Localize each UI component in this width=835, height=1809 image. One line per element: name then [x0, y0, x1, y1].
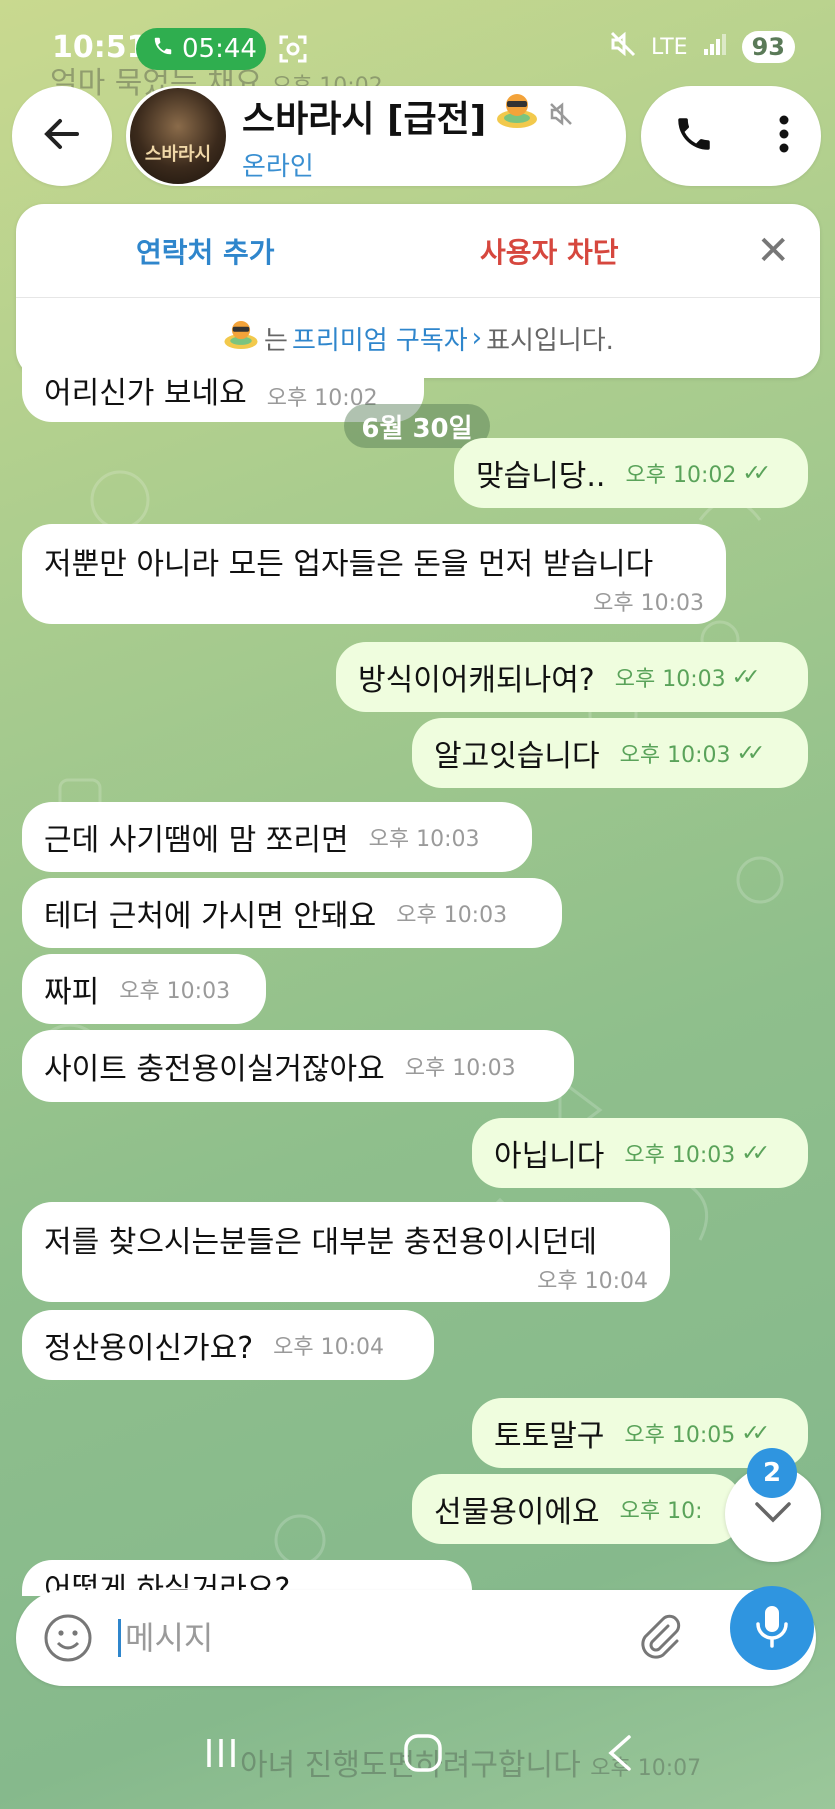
message-time: 오후 10:05: [624, 1423, 736, 1448]
message-time: 오후 10:03: [396, 903, 508, 928]
avatar[interactable]: 스바라시: [130, 88, 226, 184]
message-text: 알고잇습니다: [434, 739, 600, 774]
message-text: 아닙니다: [494, 1139, 605, 1174]
double-check-icon: ✓✓: [741, 1420, 770, 1446]
message-outgoing[interactable]: 아닙니다 오후 10:03 ✓✓: [472, 1118, 808, 1188]
system-navigation-bar: [0, 1706, 835, 1809]
message-text: 어리신가 보네요: [44, 376, 247, 411]
chat-header[interactable]: 스바라시 스바라시 [급전] 온라인: [126, 86, 626, 186]
message-incoming[interactable]: 저를 찾으시는분들은 대부분 충전용이시던데오후 10:04: [22, 1202, 670, 1302]
premium-suffix: 표시입니다.: [486, 325, 614, 356]
phone-icon: [152, 34, 174, 64]
arrow-left-icon: [41, 113, 83, 159]
message-time: 오후 10:03: [593, 591, 704, 616]
call-duration: 05:44: [182, 34, 257, 64]
message-text: 방식이어캐되나여?: [358, 663, 595, 698]
message-time: 오후 10:04: [537, 1269, 648, 1294]
message-time: 오후 10:03: [619, 743, 731, 768]
block-user-button[interactable]: 사용자 차단: [480, 231, 619, 271]
message-incoming[interactable]: 테더 근처에 가시면 안돼요 오후 10:03: [22, 878, 562, 948]
message-incoming[interactable]: 정산용이신가요? 오후 10:04: [22, 1310, 434, 1380]
message-time: 오후 10:04: [273, 1335, 384, 1360]
message-incoming[interactable]: 사이트 충전용이실거잖아요 오후 10:03: [22, 1030, 574, 1102]
recent-apps-icon[interactable]: [201, 1735, 241, 1781]
message-text: 선물용이에요: [434, 1495, 600, 1530]
message-time: 오후 10:03: [119, 979, 231, 1004]
message-text: 토토말구: [494, 1419, 605, 1454]
message-text: 저뿐만 아니라 모든 업자들은 돈을 먼저 받습니다: [44, 547, 654, 582]
message-outgoing[interactable]: 알고잇습니다 오후 10:03 ✓✓: [412, 718, 808, 788]
voice-record-button[interactable]: [730, 1586, 814, 1670]
home-icon[interactable]: [402, 1732, 444, 1784]
close-icon[interactable]: ✕: [756, 228, 790, 274]
message-incoming[interactable]: 짜피 오후 10:03: [22, 954, 266, 1024]
microphone-icon: [755, 1604, 789, 1652]
message-text: 사이트 충전용이실거잖아요: [44, 1052, 385, 1087]
ongoing-call-pill[interactable]: 05:44: [136, 28, 266, 70]
message-time: 오후 10:03: [614, 667, 726, 692]
mute-icon: [609, 30, 637, 64]
message-input[interactable]: [118, 1619, 618, 1657]
message-text: 짜피: [44, 975, 100, 1010]
double-check-icon: ✓✓: [741, 1140, 770, 1166]
message-text: 정산용이신가요?: [44, 1331, 254, 1366]
message-time: 오후 10:03: [404, 1056, 516, 1081]
message-time: 오후 10:03: [624, 1143, 736, 1168]
network-type: LTE: [651, 34, 688, 60]
status-icons: LTE 93: [609, 30, 795, 64]
contact-action-bar: 연락처 추가 사용자 차단 ✕ 는 프리미엄 구독자 › 표시입니다.: [16, 204, 820, 378]
call-button[interactable]: [673, 113, 715, 159]
header-actions: [641, 86, 821, 186]
message-outgoing[interactable]: 맞습니당.. 오후 10:02 ✓✓: [454, 438, 808, 508]
double-check-icon: ✓✓: [731, 664, 761, 690]
attach-button[interactable]: [634, 1612, 686, 1664]
premium-emoji-icon: [222, 318, 260, 359]
back-button[interactable]: [12, 86, 112, 186]
premium-emoji-status-icon: [494, 91, 540, 140]
back-nav-icon[interactable]: [605, 1733, 635, 1783]
signal-icon: [702, 31, 728, 63]
more-options-button[interactable]: [778, 113, 790, 159]
message-time: 오후 10:03: [368, 827, 480, 852]
premium-subscriber-link[interactable]: 프리미엄 구독자: [292, 320, 468, 357]
message-incoming[interactable]: 저뿐만 아니라 모든 업자들은 돈을 먼저 받습니다오후 10:03: [22, 524, 726, 624]
message-composer: [16, 1590, 816, 1686]
status-bar: 10:51 05:44 LTE 93: [0, 0, 835, 96]
screenshot-icon: [278, 34, 308, 68]
avatar-label: 스바라시: [144, 144, 212, 165]
muted-icon: [548, 95, 574, 136]
message-text: 맞습니당..: [476, 459, 606, 494]
add-contact-button[interactable]: 연락처 추가: [136, 231, 275, 271]
status-time: 10:51: [52, 30, 148, 65]
emoji-button[interactable]: [42, 1612, 94, 1664]
message-time: 오후 10:02: [625, 463, 737, 488]
double-check-icon: ✓✓: [742, 460, 771, 486]
message-incoming[interactable]: 근데 사기땜에 맘 쪼리면 오후 10:03: [22, 802, 532, 872]
message-text: 저를 찾으시는분들은 대부분 충전용이시던데: [44, 1225, 598, 1260]
message-outgoing[interactable]: 방식이어캐되나여? 오후 10:03 ✓✓: [336, 642, 808, 712]
double-check-icon: ✓✓: [736, 740, 765, 766]
online-status: 온라인: [242, 151, 314, 182]
message-text: 테더 근처에 가시면 안돼요: [44, 899, 377, 934]
battery-level: 93: [741, 31, 795, 63]
chevron-down-icon: [753, 1500, 793, 1528]
message-time: 오후 10:: [619, 1499, 703, 1524]
chat-title: 스바라시 [급전]: [242, 98, 487, 140]
message-outgoing[interactable]: 선물용이에요 오후 10:: [412, 1474, 742, 1544]
premium-prefix: 는: [264, 325, 288, 356]
chevron-right-icon: ›: [471, 323, 483, 353]
unread-count-badge: 2: [747, 1448, 797, 1498]
message-text: 근데 사기땜에 맘 쪼리면: [44, 823, 349, 858]
